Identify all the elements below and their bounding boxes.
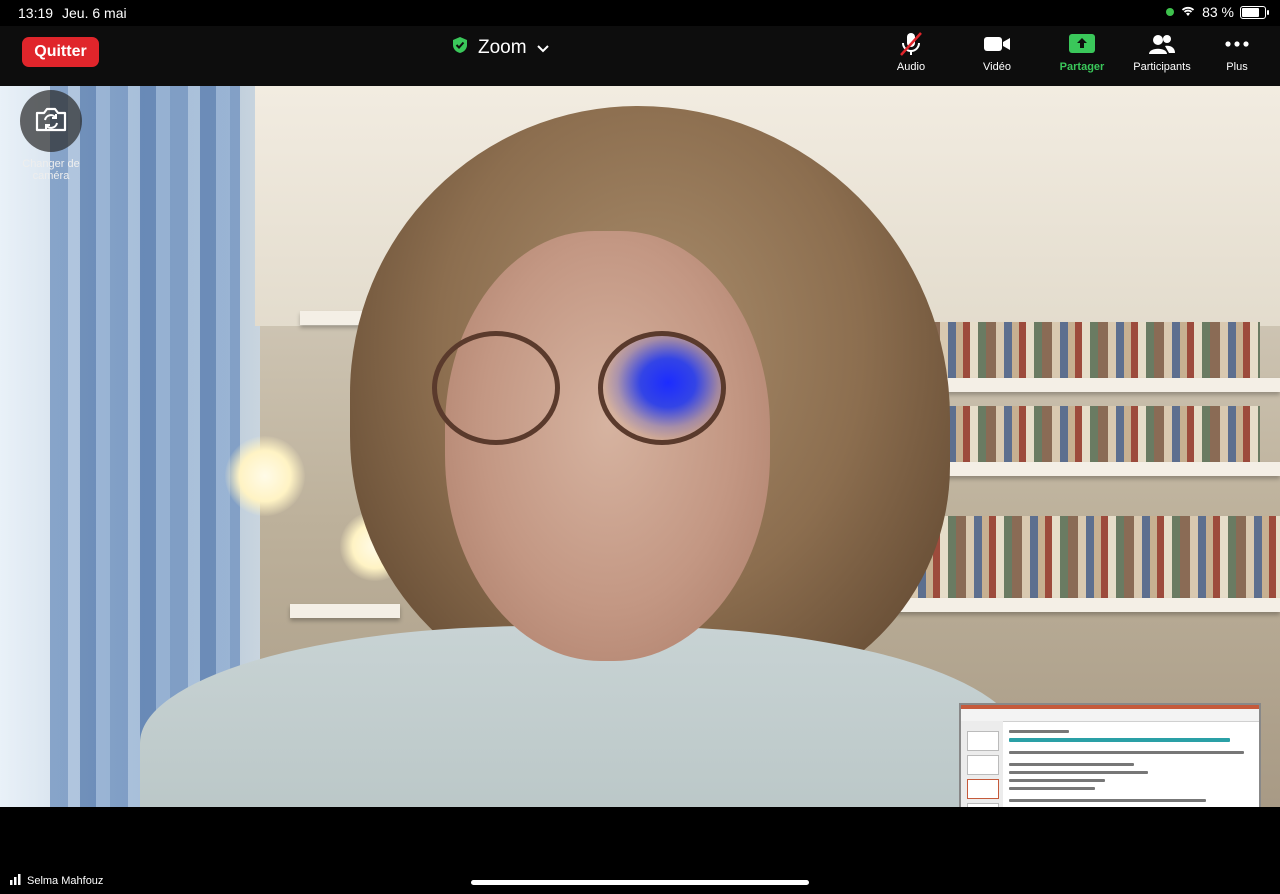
wifi-icon — [1180, 4, 1196, 20]
quit-button[interactable]: Quitter — [22, 37, 99, 67]
main-video: Changer de caméra — [0, 86, 1280, 807]
glasses-left-lens — [432, 331, 560, 445]
video-camera-icon — [983, 30, 1011, 58]
more-dots-icon — [1224, 30, 1250, 58]
meeting-title: Zoom — [478, 37, 527, 58]
status-date: Jeu. 6 mai — [62, 5, 127, 21]
participants-button[interactable]: Participants — [1119, 30, 1205, 73]
bottom-bar: Selma Mahfouz — [0, 807, 1280, 894]
books-row — [900, 516, 1280, 598]
participants-icon — [1148, 30, 1176, 58]
bookshelf — [290, 604, 400, 618]
chevron-down-icon — [536, 37, 549, 59]
switch-camera-button[interactable] — [20, 90, 82, 152]
signal-bars-icon — [10, 874, 21, 888]
shield-check-icon — [452, 36, 468, 60]
bookshelf — [870, 598, 1280, 612]
status-bar: 13:19 Jeu. 6 mai 83 % — [0, 0, 1280, 26]
video-button[interactable]: Vidéo — [954, 30, 1040, 73]
bookshelf — [925, 378, 1280, 392]
participants-label: Participants — [1133, 61, 1191, 73]
camera-in-use-indicator — [1166, 8, 1175, 16]
more-button[interactable]: Plus — [1194, 30, 1280, 73]
switch-camera-label: Changer de caméra — [22, 158, 80, 182]
video-label: Vidéo — [983, 61, 1011, 73]
presentation-ribbon — [961, 705, 1259, 722]
bookshelf — [925, 462, 1280, 476]
status-time: 13:19 — [18, 5, 54, 21]
camera-rotate-icon — [34, 105, 68, 138]
home-indicator[interactable] — [471, 880, 809, 885]
status-right: 83 % — [1166, 4, 1269, 20]
participant-name: Selma Mahfouz — [27, 875, 104, 887]
meeting-toolbar: Quitter Zoom Audio Vidéo Partager Partic… — [0, 26, 1280, 86]
person-face — [445, 231, 770, 661]
audio-button[interactable]: Audio — [868, 30, 954, 73]
share-label: Partager — [1059, 61, 1105, 73]
books-row — [930, 406, 1260, 462]
glasses-right-lens — [598, 331, 726, 445]
audio-label: Audio — [896, 61, 926, 73]
battery-percent: 83 % — [1202, 4, 1234, 20]
battery-icon — [1240, 5, 1269, 19]
microphone-muted-icon — [897, 30, 925, 58]
more-label: Plus — [1226, 61, 1248, 73]
share-screen-icon — [1068, 30, 1096, 58]
books-row — [930, 322, 1260, 378]
share-button[interactable]: Partager — [1039, 30, 1125, 73]
lamp-light — [225, 436, 305, 516]
meeting-title-dropdown[interactable]: Zoom — [452, 36, 549, 60]
active-speaker-label: Selma Mahfouz — [10, 874, 103, 888]
